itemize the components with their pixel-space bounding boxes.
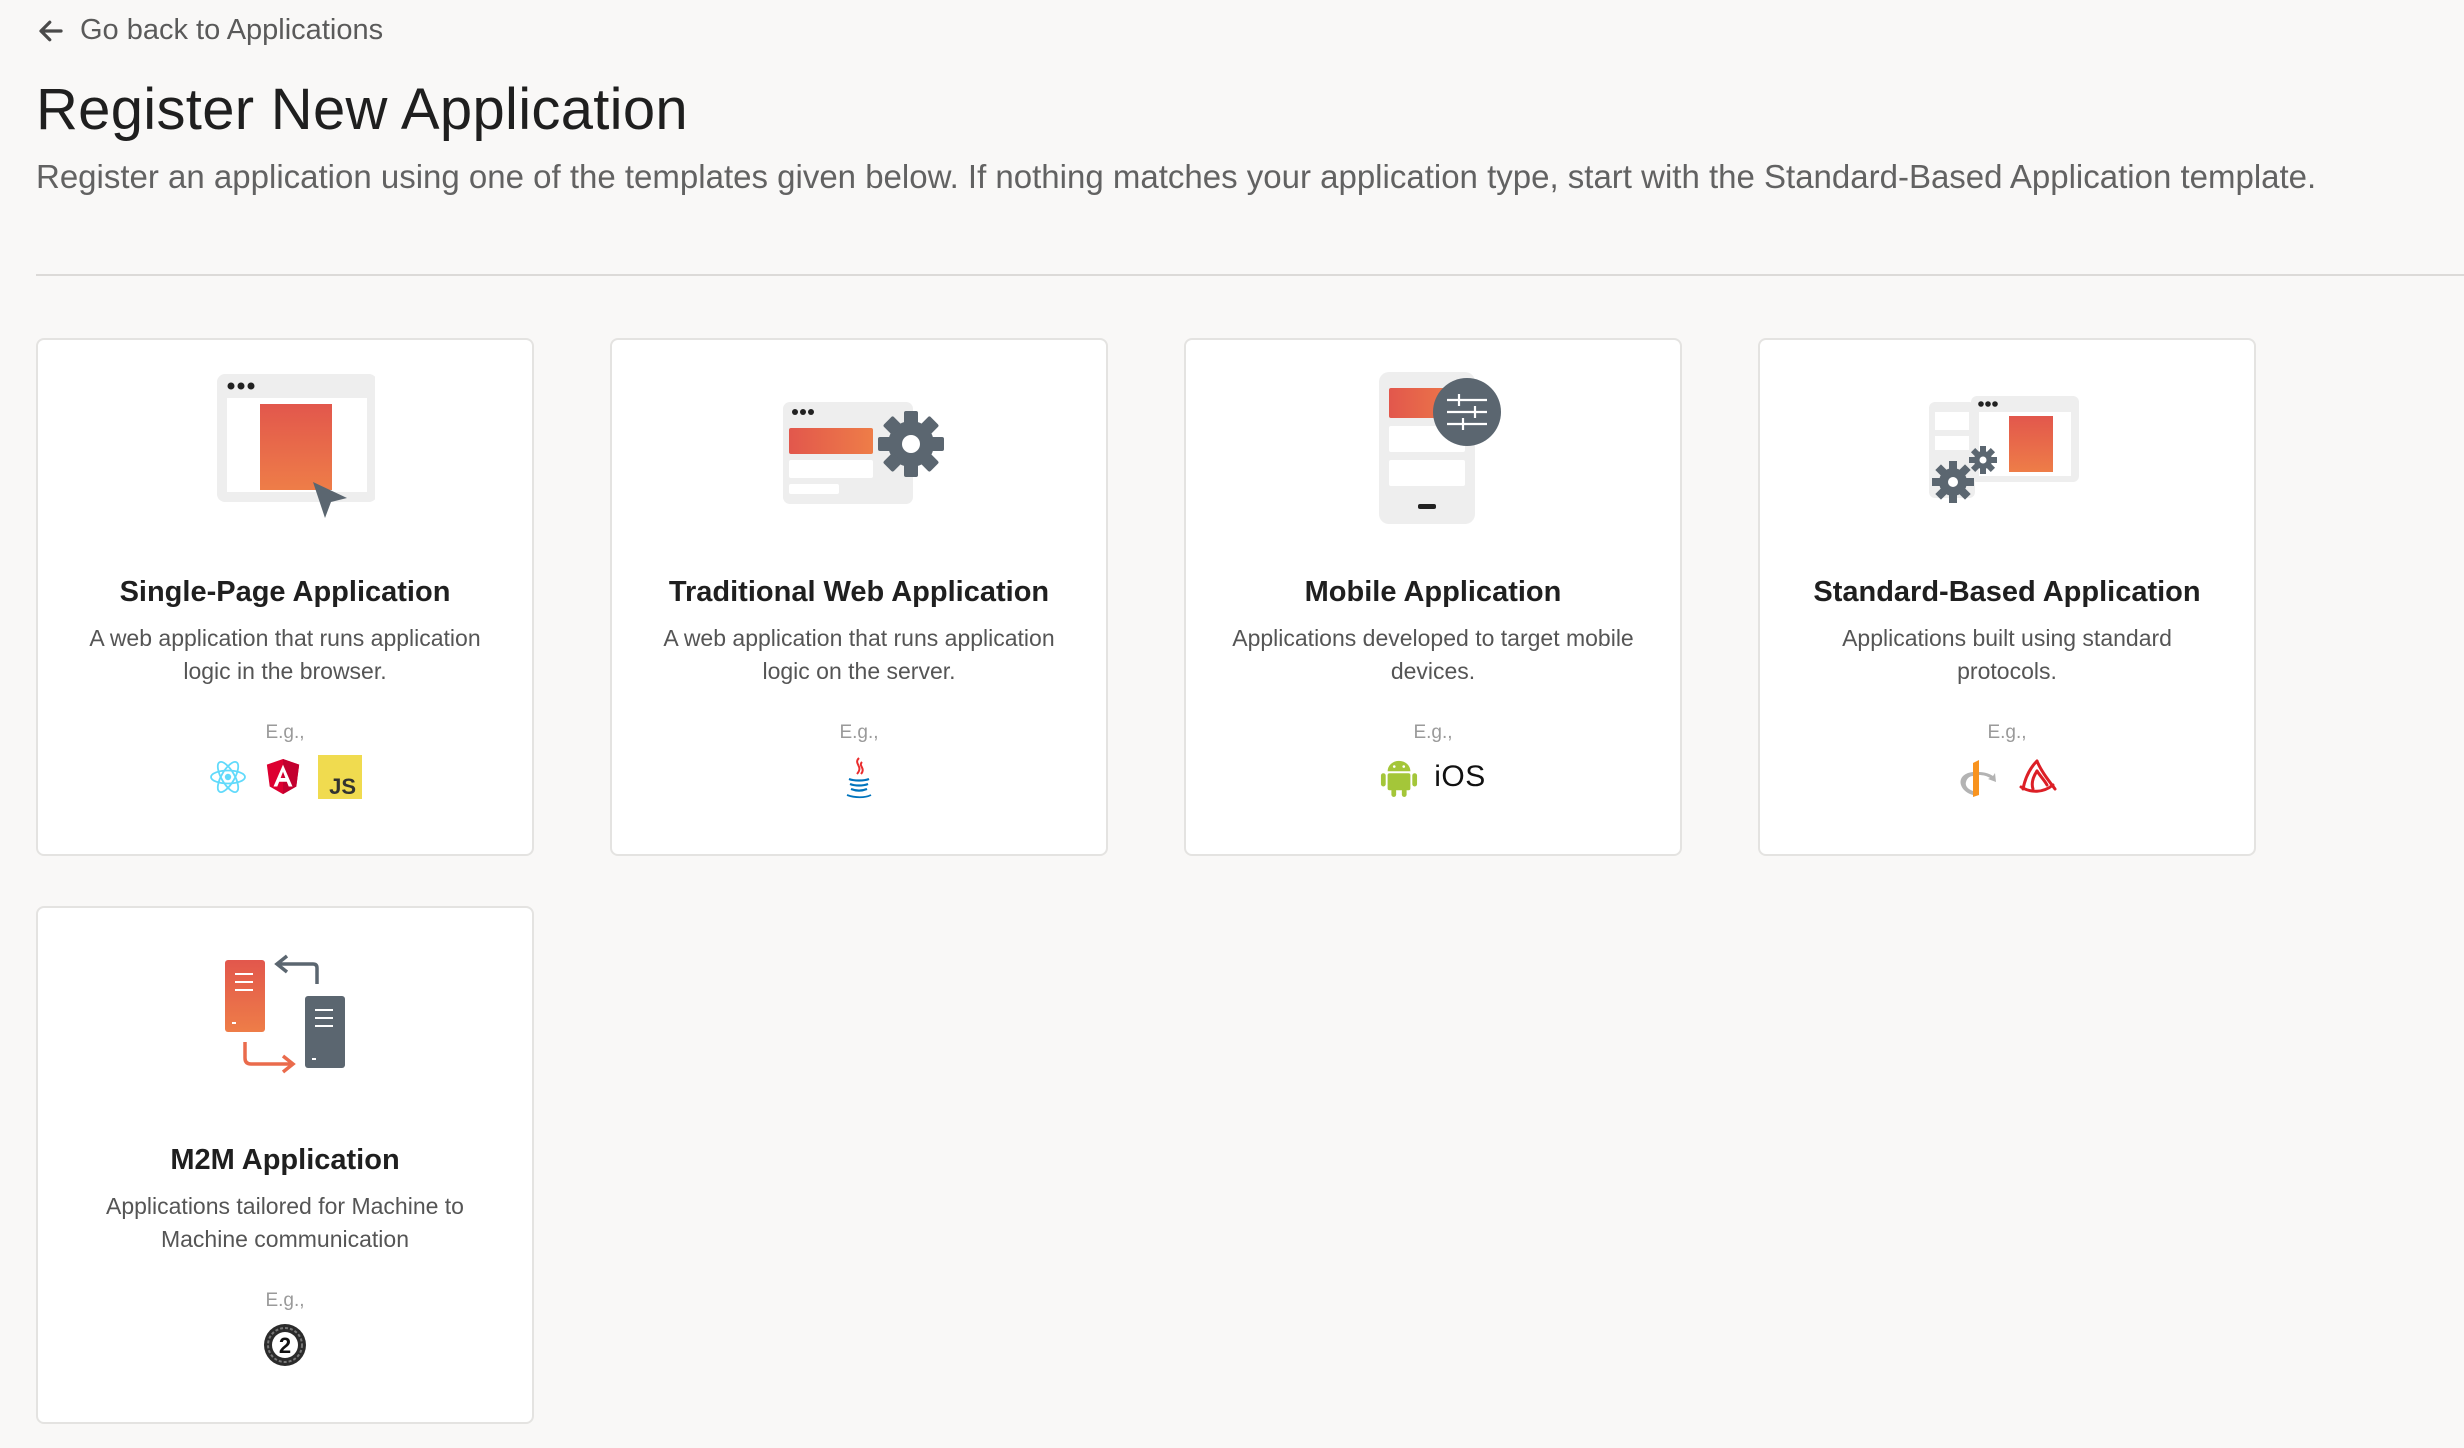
template-description: A web application that runs application … <box>89 625 481 684</box>
page-title: Register New Application <box>36 77 688 142</box>
spa-illustration <box>38 366 532 526</box>
template-title: Single-Page Application <box>119 576 451 608</box>
template-card-single-page-application[interactable]: Single-Page Application A web applicatio… <box>36 338 534 856</box>
page-description: Register an application using one of the… <box>36 158 2317 195</box>
template-card-traditional-web-application[interactable]: Traditional Web Application A web applic… <box>610 338 1108 856</box>
template-card-m2m-application[interactable]: M2M Application Applications tailored fo… <box>36 906 534 1424</box>
template-card-standard-based-application[interactable]: Standard-Based Application Applications … <box>1758 338 2256 856</box>
template-card-mobile-application[interactable]: Mobile Application Applications develope… <box>1184 338 1682 856</box>
template-description: Applications tailored for Machine to Mac… <box>106 1193 464 1252</box>
angular-icon <box>264 756 302 798</box>
template-title: Mobile Application <box>1304 576 1562 608</box>
javascript-icon: JS <box>318 755 362 799</box>
template-title: Standard-Based Application <box>1813 576 2201 608</box>
svg-text:2: 2 <box>279 1333 291 1358</box>
examples-label: E.g., <box>265 722 305 743</box>
template-title: M2M Application <box>170 1144 400 1176</box>
template-description: A web application that runs application … <box>663 625 1055 684</box>
back-to-applications-link[interactable]: Go back to Applications <box>36 14 383 47</box>
oauth2-icon: 2 <box>263 1323 307 1367</box>
saml-icon <box>2015 755 2059 799</box>
svg-text:JS: JS <box>329 774 356 799</box>
ios-label: iOS <box>1434 760 1486 793</box>
react-icon <box>208 757 248 797</box>
template-description: Applications developed to target mobile … <box>1232 625 1634 684</box>
examples-label: E.g., <box>1413 722 1453 743</box>
android-icon <box>1380 756 1418 798</box>
standard-app-illustration <box>1760 366 2254 526</box>
template-title: Traditional Web Application <box>668 576 1050 608</box>
web-app-illustration <box>612 366 1106 526</box>
mobile-app-illustration <box>1186 366 1680 526</box>
openid-icon <box>1955 755 1999 799</box>
examples-label: E.g., <box>265 1290 305 1311</box>
back-link-label: Go back to Applications <box>80 14 384 46</box>
m2m-illustration <box>38 934 532 1094</box>
template-description: Applications built using standard protoc… <box>1842 625 2172 684</box>
arrow-left-icon <box>39 20 63 41</box>
examples-label: E.g., <box>839 722 879 743</box>
java-icon <box>843 754 875 800</box>
examples-label: E.g., <box>1987 722 2027 743</box>
header-divider <box>36 274 2464 276</box>
